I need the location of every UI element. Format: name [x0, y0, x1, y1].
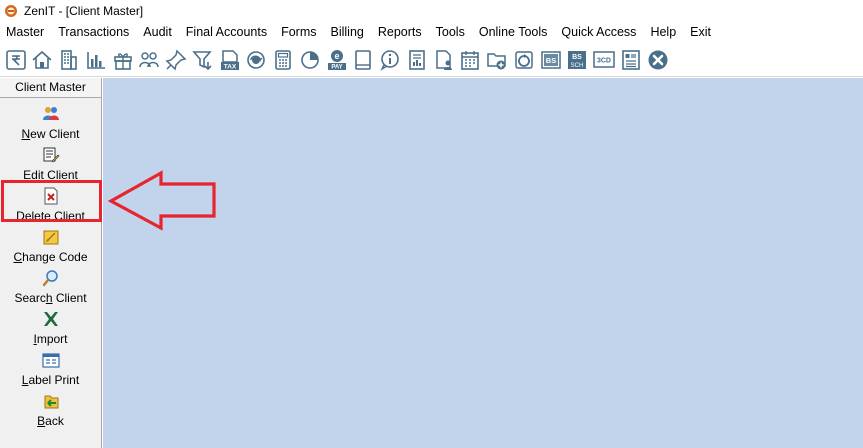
close-circle-icon[interactable] — [645, 46, 670, 74]
new-client-icon — [42, 107, 59, 120]
import-button[interactable]: Import — [0, 309, 101, 349]
arrow-circle-icon[interactable] — [244, 46, 269, 74]
back-icon — [44, 395, 58, 409]
form-icon[interactable] — [618, 46, 643, 74]
search-client-button[interactable]: Search Client — [0, 268, 101, 308]
e-pay-icon[interactable]: e PAY — [324, 46, 349, 74]
report-icon[interactable] — [404, 46, 429, 74]
bar-chart-icon[interactable] — [83, 46, 108, 74]
rupee-ledger-icon[interactable] — [3, 46, 28, 74]
pie-chart-icon[interactable] — [297, 46, 322, 74]
menu-tools[interactable]: Tools — [429, 22, 472, 43]
back-button[interactable]: Back — [0, 391, 101, 431]
new-client-label: New Client — [21, 127, 80, 141]
menu-master[interactable]: Master — [0, 22, 51, 43]
menu-final-accounts[interactable]: Final Accounts — [179, 22, 274, 43]
label-print-label: Label Print — [21, 373, 80, 387]
3cd-icon[interactable]: 3CD — [592, 46, 617, 74]
change-code-button[interactable]: Change Code — [0, 227, 101, 267]
menu-help[interactable]: Help — [643, 22, 683, 43]
building-icon[interactable] — [57, 46, 82, 74]
client-master-sidebar: Client Master New Client Edit Client Del… — [0, 78, 102, 448]
bs-sch-icon[interactable]: BS SCH — [565, 46, 590, 74]
delete-client-highlight — [1, 180, 102, 222]
user-doc-icon[interactable] — [431, 46, 456, 74]
menu-reports[interactable]: Reports — [371, 22, 429, 43]
gift-icon[interactable] — [110, 46, 135, 74]
info-icon[interactable] — [378, 46, 403, 74]
menu-bar: Master Transactions Audit Final Accounts… — [0, 22, 863, 43]
refresh-icon[interactable] — [511, 46, 536, 74]
search-client-icon — [42, 270, 58, 287]
users-icon[interactable] — [137, 46, 162, 74]
zenit-logo-icon — [5, 5, 17, 17]
label-print-icon — [41, 353, 60, 368]
svg-text:BS: BS — [545, 56, 555, 65]
title-bar: ZenIT - [Client Master] — [0, 0, 863, 22]
edit-client-button[interactable]: Edit Client — [0, 145, 101, 185]
svg-text:BS: BS — [572, 54, 582, 61]
calendar-icon[interactable] — [458, 46, 483, 74]
tax-icon[interactable]: TAX — [217, 46, 242, 74]
toolbar: TAX e PAY BS BS SCH 3CD — [0, 43, 863, 77]
import-label: Import — [33, 332, 68, 346]
bs-icon[interactable]: BS — [538, 46, 563, 74]
back-label: Back — [37, 414, 64, 428]
calculator-icon[interactable] — [271, 46, 296, 74]
new-client-button[interactable]: New Client — [0, 104, 101, 144]
change-code-label: Change Code — [13, 250, 88, 264]
import-excel-icon — [43, 312, 58, 326]
menu-exit[interactable]: Exit — [683, 22, 718, 43]
book-icon[interactable] — [351, 46, 376, 74]
menu-audit[interactable]: Audit — [136, 22, 179, 43]
svg-text:SCH: SCH — [571, 63, 584, 69]
search-client-label: Search Client — [14, 291, 87, 305]
pin-icon[interactable] — [164, 46, 189, 74]
pointer-arrow — [108, 170, 216, 231]
mdi-work-area — [103, 78, 863, 448]
label-print-button[interactable]: Label Print — [0, 350, 101, 390]
sidebar-header: Client Master — [0, 78, 101, 98]
home-icon[interactable] — [30, 46, 55, 74]
svg-text:3CD: 3CD — [597, 57, 611, 64]
add-folder-icon[interactable] — [485, 46, 510, 74]
menu-billing[interactable]: Billing — [324, 22, 371, 43]
menu-online-tools[interactable]: Online Tools — [472, 22, 555, 43]
svg-text:PAY: PAY — [331, 64, 342, 70]
edit-client-icon — [43, 147, 59, 163]
svg-text:e: e — [334, 51, 339, 61]
menu-quick-access[interactable]: Quick Access — [554, 22, 643, 43]
menu-forms[interactable]: Forms — [274, 22, 323, 43]
svg-text:TAX: TAX — [223, 63, 236, 70]
menu-transactions[interactable]: Transactions — [51, 22, 136, 43]
change-code-icon — [43, 230, 58, 245]
window-title: ZenIT - [Client Master] — [24, 4, 144, 18]
filter-icon[interactable] — [190, 46, 215, 74]
